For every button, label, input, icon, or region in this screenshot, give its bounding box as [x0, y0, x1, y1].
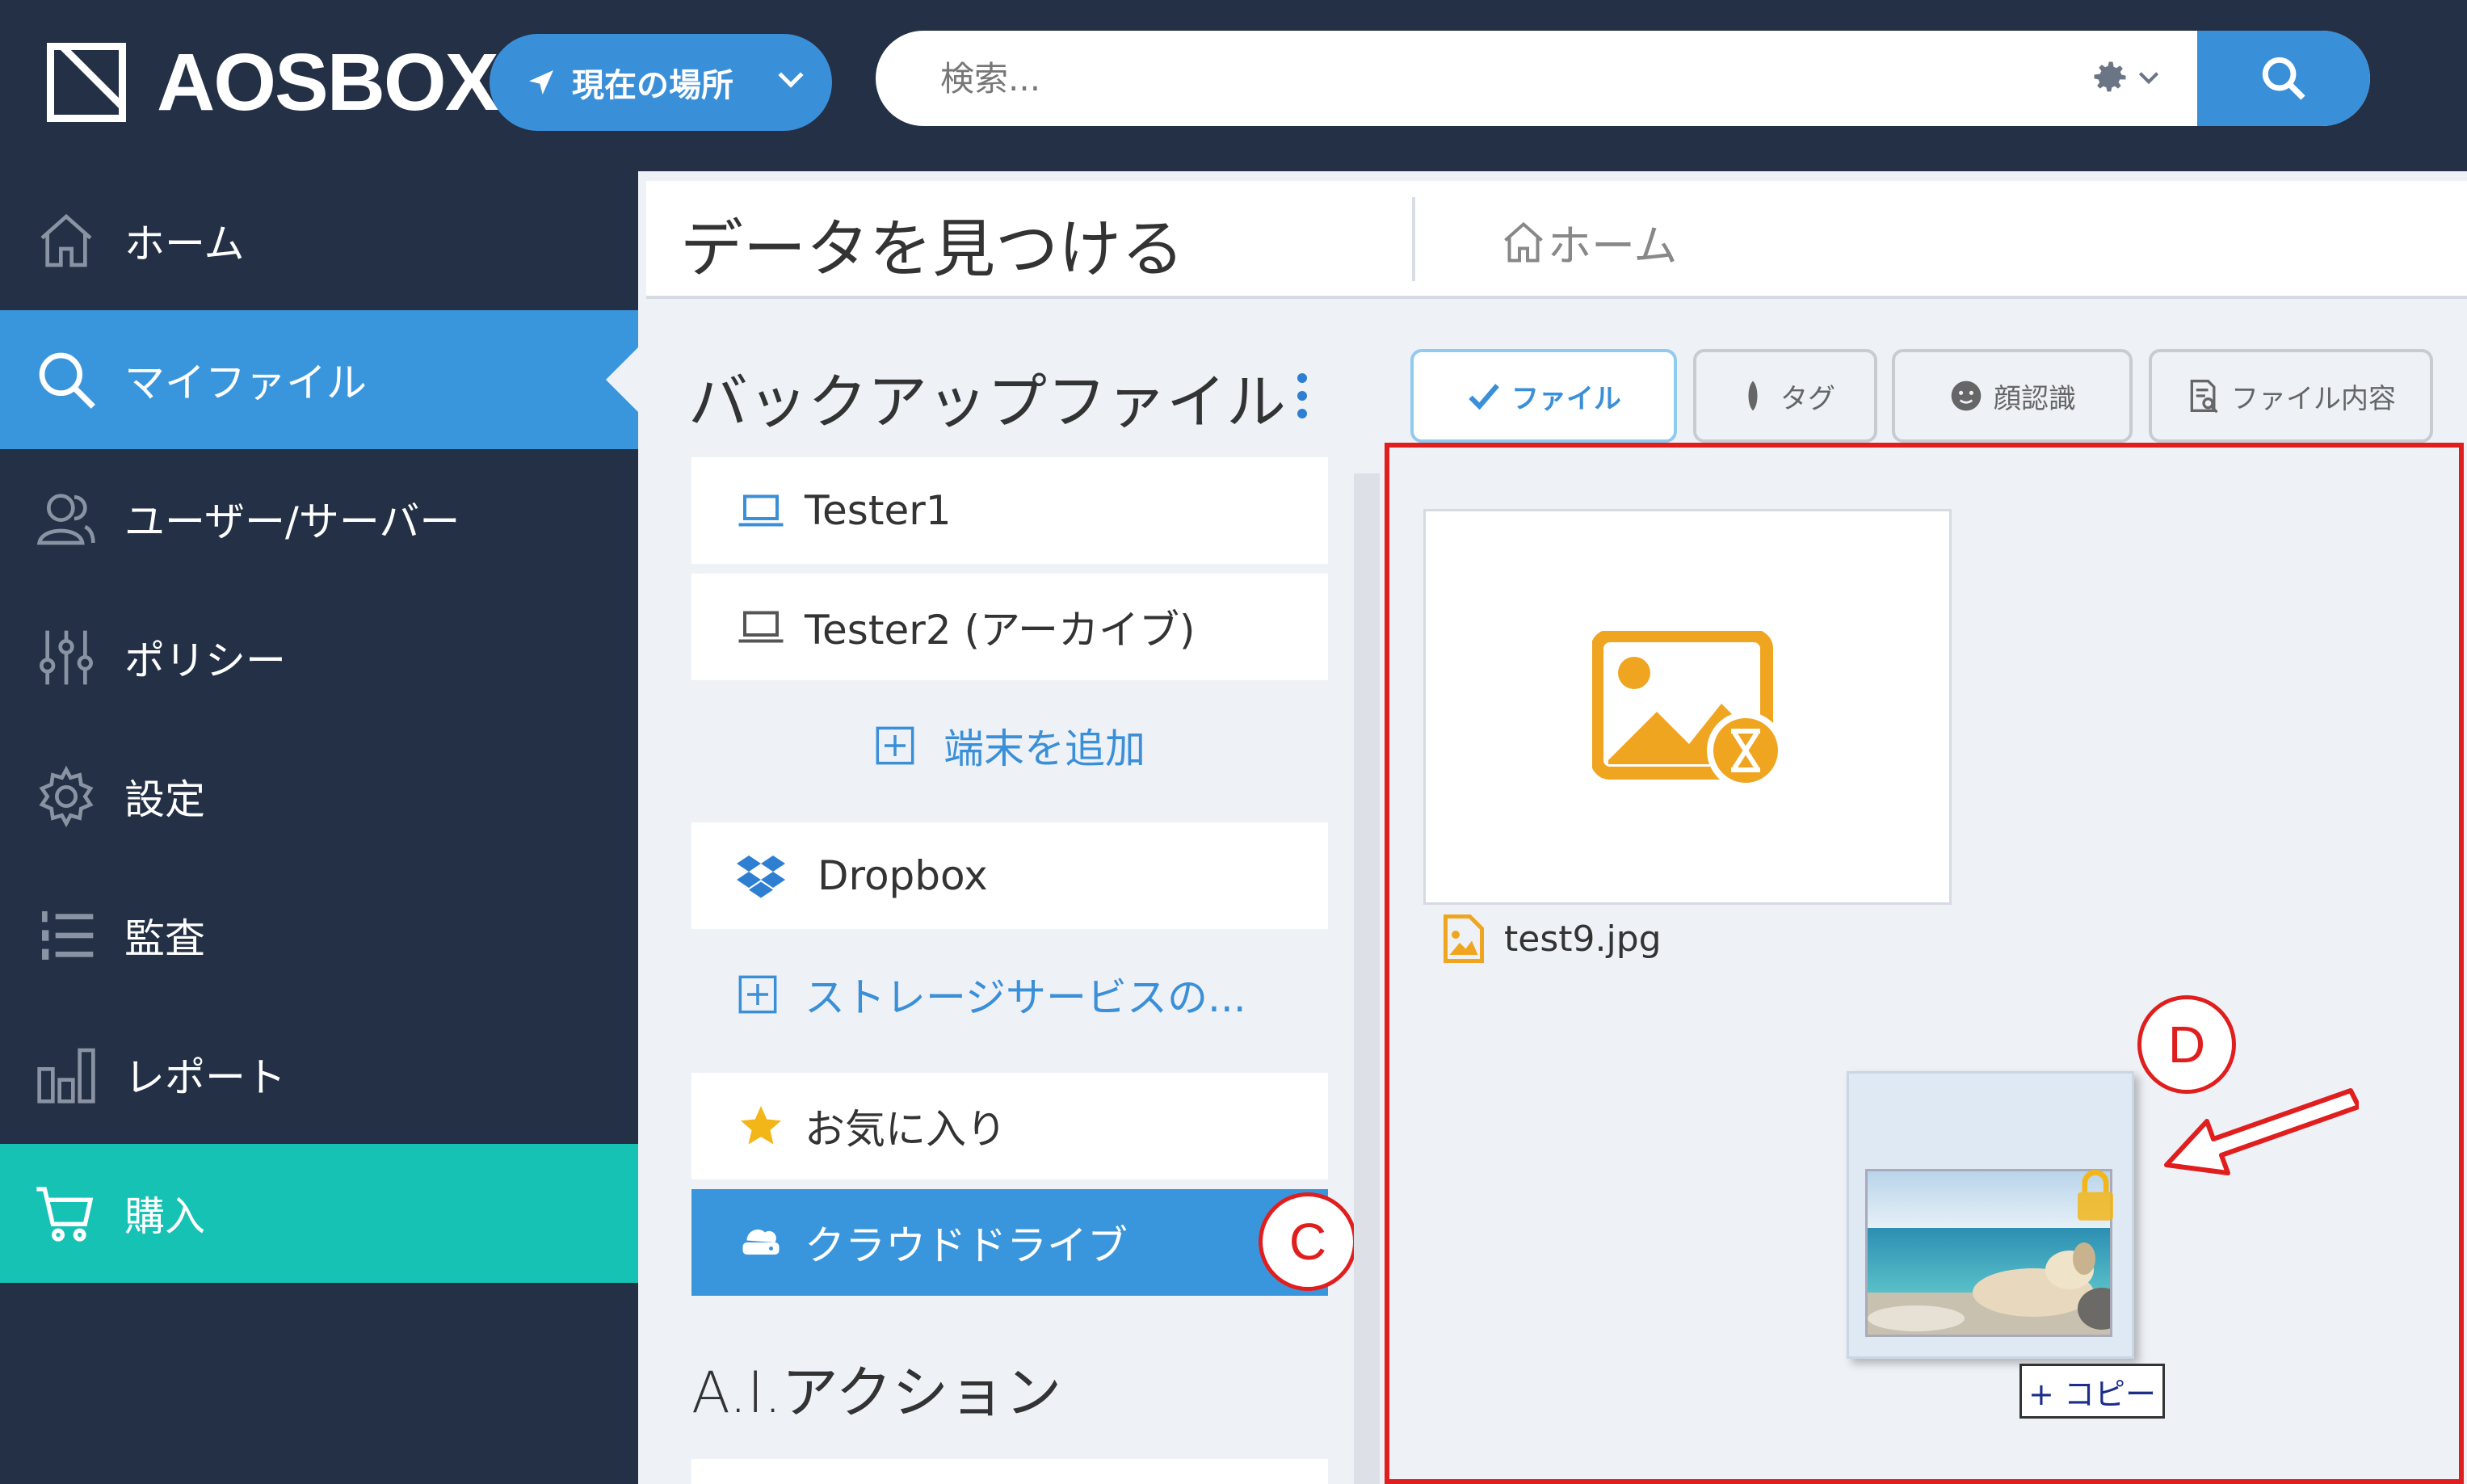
cart-icon: [36, 1187, 94, 1242]
tab-face-recognition[interactable]: 顔認識: [1892, 349, 2133, 443]
kebab-menu-icon[interactable]: [1297, 373, 1309, 422]
breadcrumb[interactable]: ホーム: [1499, 210, 1677, 274]
search-icon: [2262, 57, 2305, 100]
sidebar-item-purchase[interactable]: 購入: [0, 1144, 638, 1283]
plus-box-icon: [876, 726, 914, 765]
file-thumbnail[interactable]: [1423, 509, 1952, 905]
backup-files-title: バックアップファイル: [688, 368, 1286, 437]
chevron-down-icon: [2138, 72, 2159, 85]
device-label: Tester1: [805, 487, 952, 534]
sidebar-item-home[interactable]: ホーム: [0, 171, 638, 310]
sidebar-item-label: 設定: [124, 776, 205, 823]
sliders-icon: [39, 630, 93, 685]
star-icon: [741, 1106, 781, 1145]
device-label: Tester2 (アーカイブ): [805, 607, 1196, 654]
sidebar-item-my-files[interactable]: マイファイル: [0, 310, 638, 449]
image-file-icon: [1444, 914, 1484, 963]
file-name-label: test9.jpg: [1504, 918, 1662, 960]
tab-label: タグ: [1780, 382, 1835, 415]
storage-label: Dropbox: [817, 852, 988, 899]
laptop-icon: [738, 494, 784, 527]
users-icon: [36, 494, 95, 545]
search-input[interactable]: [940, 31, 2071, 126]
ai-actions-title: A.I.アクション: [691, 1360, 1062, 1426]
home-icon: [1504, 221, 1543, 262]
favorites-item[interactable]: お気に入り: [691, 1073, 1328, 1179]
current-location-button[interactable]: 現在の場所: [490, 34, 832, 131]
tab-tags[interactable]: タグ: [1693, 349, 1877, 443]
gear-icon: [2094, 61, 2126, 92]
sidebar-item-label: ポリシー: [124, 637, 286, 684]
cloud-drive-label: クラウドドライブ: [805, 1222, 1128, 1269]
tab-label: 顔認識: [1994, 382, 2076, 415]
sidebar: ホーム マイファイル ユーザー/サーバー ポリシー 設定 監査 レポート 購入: [0, 171, 638, 1484]
content-header: データを見つける ホーム: [646, 181, 2467, 299]
callout-c: C: [1259, 1192, 1357, 1291]
face-icon: [1951, 380, 1982, 411]
header-divider: [1412, 197, 1415, 281]
ai-action-item[interactable]: [691, 1459, 1328, 1484]
tab-label: ファイル: [1511, 382, 1621, 415]
gear-icon: [39, 765, 94, 828]
scrollbar[interactable]: [1354, 473, 1380, 1484]
current-location-label: 現在の場所: [572, 67, 733, 104]
add-device-link[interactable]: 端末を追加: [691, 701, 1328, 790]
sidebar-item-settings[interactable]: 設定: [0, 727, 638, 866]
logo-icon: [47, 43, 126, 122]
logo[interactable]: AOSBOX: [47, 37, 498, 128]
tag-icon: [1748, 380, 1758, 411]
check-icon: [1469, 384, 1499, 410]
device-item-tester2[interactable]: Tester2 (アーカイブ): [691, 574, 1328, 680]
numbered-list-icon: [42, 911, 94, 960]
favorites-label: お気に入り: [805, 1106, 1007, 1153]
add-storage-label: ストレージサービスの...: [805, 974, 1246, 1021]
search-button[interactable]: [2197, 31, 2370, 126]
sidebar-item-report[interactable]: レポート: [0, 1005, 638, 1144]
search-icon: [39, 352, 95, 409]
cloud-drive-icon: [742, 1229, 780, 1255]
annotation-arrow-icon: [2164, 1088, 2359, 1175]
search-bar: [876, 31, 2370, 126]
sidebar-item-label: マイファイル: [124, 359, 367, 406]
dragged-file-preview[interactable]: [1847, 1071, 2134, 1359]
add-storage-link[interactable]: ストレージサービスの...: [691, 950, 1328, 1039]
search-settings-button[interactable]: [2089, 53, 2178, 102]
sidebar-item-policy[interactable]: ポリシー: [0, 588, 638, 727]
device-item-tester1[interactable]: Tester1: [691, 457, 1328, 564]
breadcrumb-home: ホーム: [1548, 221, 1678, 271]
dropbox-icon: [737, 856, 785, 898]
sidebar-item-label: 購入: [124, 1193, 205, 1240]
copy-indicator: + コピー: [2019, 1364, 2165, 1419]
page-title: データを見つける: [680, 213, 1185, 286]
top-bar: AOSBOX 現在の場所: [0, 0, 2467, 171]
tab-label: ファイル内容: [2231, 382, 2396, 415]
lock-icon: [2078, 1170, 2113, 1221]
location-arrow-icon: [529, 70, 553, 95]
tab-file-content[interactable]: ファイル内容: [2149, 349, 2433, 443]
home-icon: [40, 213, 92, 267]
storage-item-dropbox[interactable]: Dropbox: [691, 822, 1328, 929]
laptop-icon: [738, 611, 784, 643]
chevron-down-icon: [778, 62, 804, 88]
sidebar-item-label: ホーム: [124, 221, 245, 267]
sidebar-item-users-servers[interactable]: ユーザー/サーバー: [0, 449, 638, 588]
sidebar-item-label: 監査: [124, 915, 205, 962]
tab-files[interactable]: ファイル: [1410, 349, 1677, 443]
bar-chart-icon: [37, 1048, 95, 1104]
sidebar-item-label: ユーザー/サーバー: [124, 498, 460, 545]
sidebar-item-label: レポート: [124, 1054, 286, 1101]
image-pending-icon: [1592, 631, 1784, 789]
logo-text: AOSBOX: [157, 37, 498, 128]
plus-box-icon: [738, 975, 777, 1014]
file-name[interactable]: test9.jpg: [1443, 914, 1662, 963]
cloud-drive-item[interactable]: クラウドドライブ: [691, 1189, 1328, 1296]
sidebar-item-audit[interactable]: 監査: [0, 866, 638, 1005]
document-search-icon: [2190, 380, 2218, 414]
add-device-label: 端末を追加: [944, 725, 1145, 772]
